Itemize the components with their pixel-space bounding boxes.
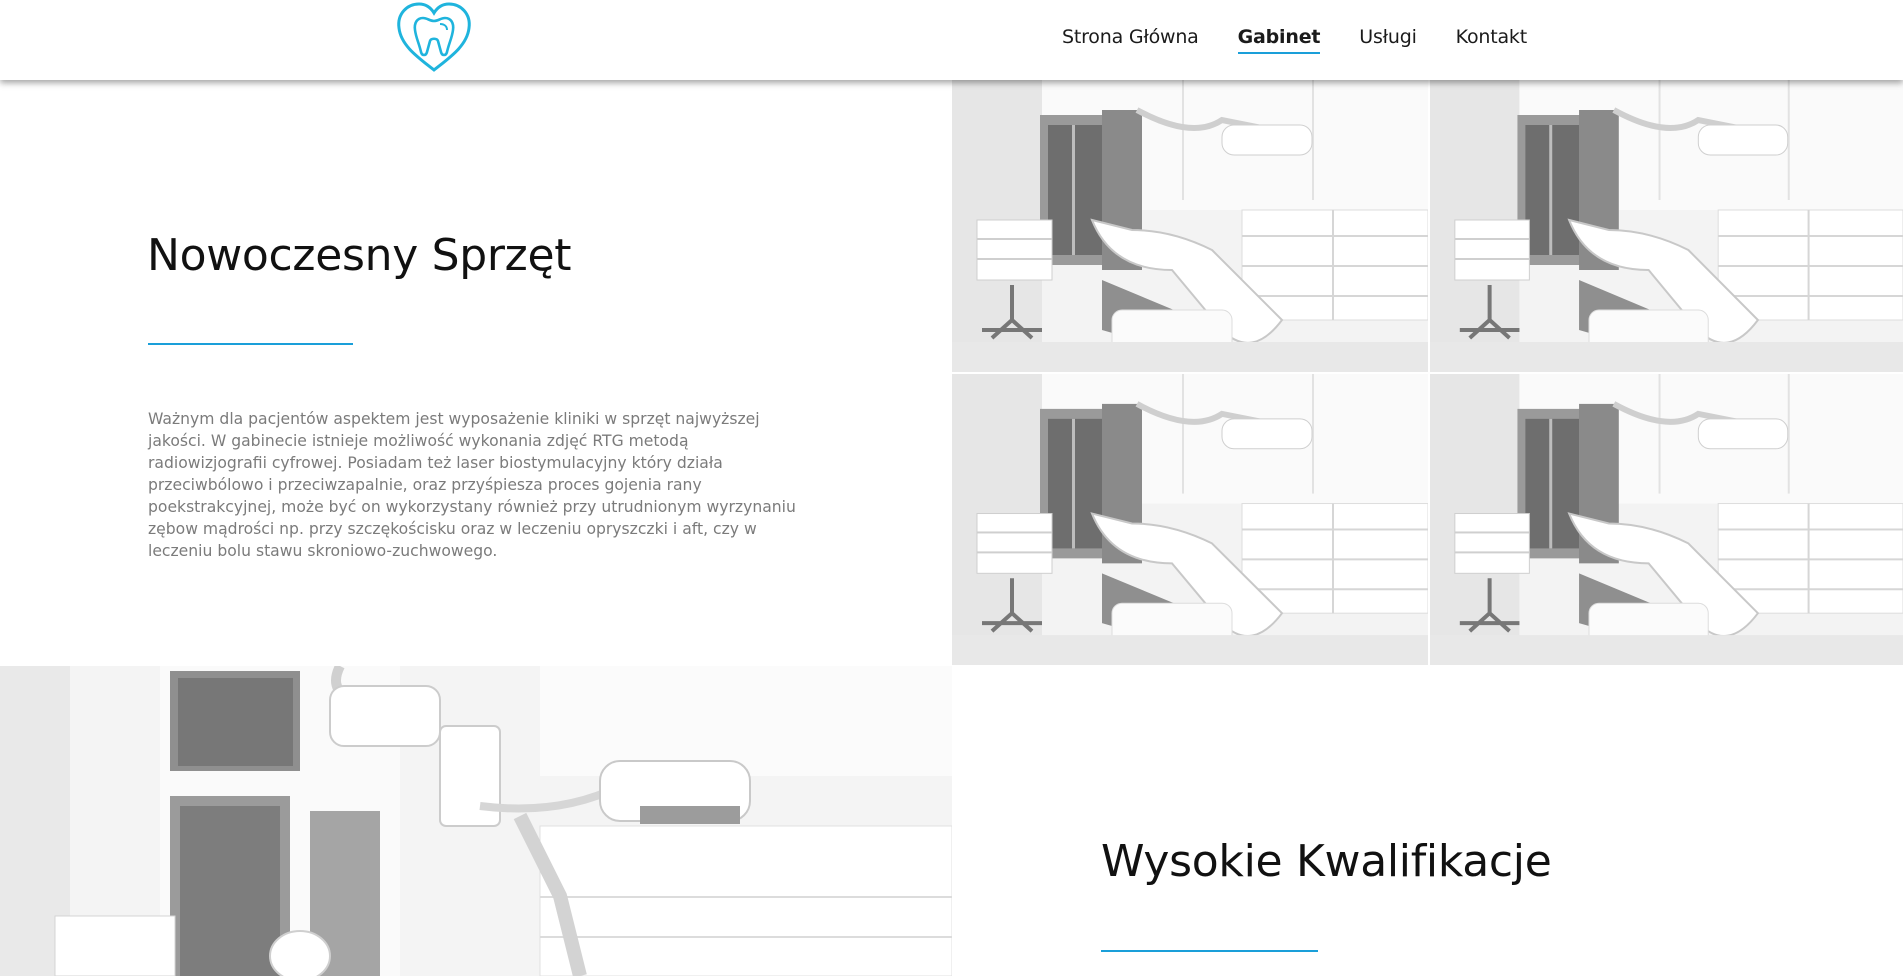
site-header: Strona Główna Gabinet Usługi Kontakt bbox=[0, 0, 1903, 80]
clinic-photo-large bbox=[0, 666, 952, 976]
section-title-equipment: Nowoczesny Sprzęt bbox=[147, 230, 572, 281]
section-body-equipment: Ważnym dla pacjentów aspektem jest wypos… bbox=[148, 410, 796, 560]
gallery-photo-3 bbox=[952, 374, 1428, 665]
nav-link-home[interactable]: Strona Główna bbox=[1062, 26, 1199, 54]
gallery-photo-2 bbox=[1430, 80, 1903, 372]
title-underline bbox=[148, 343, 353, 345]
nav-link-gabinet[interactable]: Gabinet bbox=[1237, 26, 1320, 54]
main-nav: Strona Główna Gabinet Usługi Kontakt bbox=[1062, 26, 1566, 54]
title-underline bbox=[1101, 950, 1318, 952]
gallery-photo-1 bbox=[952, 80, 1428, 372]
nav-link-uslugi[interactable]: Usługi bbox=[1359, 26, 1417, 54]
nav-link-kontakt[interactable]: Kontakt bbox=[1456, 26, 1528, 54]
tooth-heart-icon[interactable] bbox=[395, 0, 473, 74]
section-title-qualifications: Wysokie Kwalifikacje bbox=[1101, 836, 1552, 887]
gallery-photo-4 bbox=[1430, 374, 1903, 665]
